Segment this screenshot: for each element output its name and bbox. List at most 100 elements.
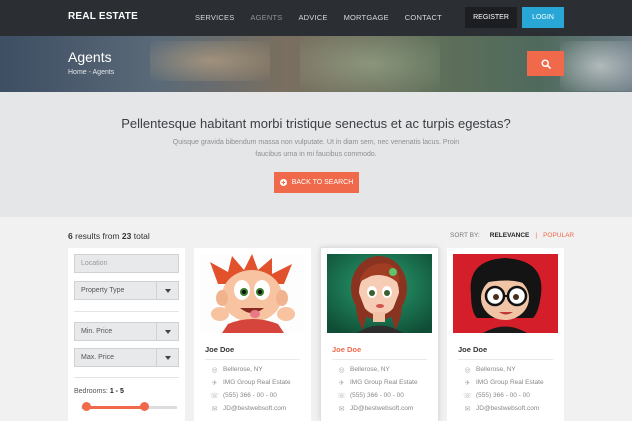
register-button[interactable]: REGISTER (465, 7, 517, 28)
top-navbar: REAL ESTATE SERVICES AGENTS ADVICE MORTG… (0, 0, 632, 36)
banner-description: Quisque gravida bibendum massa non vulpu… (172, 139, 460, 158)
agent-email-text[interactable]: JD@bestwebsoft.com (476, 405, 539, 412)
nav-services[interactable]: SERVICES (195, 13, 234, 22)
agent-location: ◎ Bellerose, NY (338, 366, 390, 374)
filter-divider (74, 311, 179, 312)
page-title: Agents (68, 49, 112, 65)
agent-phone: ☏ (555) 366 - 00 - 00 (210, 392, 277, 400)
chevron-down-icon (156, 282, 178, 299)
hero-background-light (560, 41, 632, 91)
slider-handle-min[interactable] (82, 402, 91, 411)
agent-email[interactable]: ✉ JD@bestwebsoft.com (464, 405, 540, 413)
agent-company: ✈ IMG Group Real Estate (464, 379, 544, 387)
agent-name[interactable]: Joe Doe (205, 345, 234, 354)
results-summary: 6 results from 23 total (68, 231, 150, 241)
card-divider (458, 359, 553, 360)
back-to-search-label: BACK TO SEARCH (291, 179, 354, 186)
agent-phone-text: (555) 366 - 00 - 00 (476, 392, 530, 399)
pin-icon: ✈ (464, 379, 471, 387)
agent-phone-text: (555) 366 - 00 - 00 (350, 392, 404, 399)
login-button[interactable]: LOGIN (522, 7, 564, 28)
bedrooms-max: 5 (119, 388, 124, 395)
search-icon (540, 58, 551, 69)
slider-handle-max[interactable] (140, 402, 149, 411)
slider-range (87, 406, 145, 409)
sort-relevance[interactable]: RELEVANCE (490, 232, 530, 239)
results-total-label: total (133, 231, 150, 241)
agent-photo[interactable] (327, 254, 432, 333)
pin-icon: ✈ (211, 379, 218, 387)
filter-divider (74, 377, 179, 378)
brand-logo[interactable]: REAL ESTATE (68, 11, 138, 22)
card-divider (205, 359, 300, 360)
agent-card[interactable]: Joe Doe ◎ Bellerose, NY ✈ IMG Group Real… (447, 248, 564, 421)
mail-icon: ✉ (211, 405, 218, 413)
bedrooms-label: Bedrooms: 1 - 5 (74, 388, 124, 395)
phone-icon: ☏ (463, 392, 472, 400)
agent-name[interactable]: Joe Doe (458, 345, 487, 354)
pin-icon: ✈ (338, 379, 345, 387)
agent-company: ✈ IMG Group Real Estate (338, 379, 418, 387)
agent-phone: ☏ (555) 366 - 00 - 00 (337, 392, 404, 400)
agent-company-text: IMG Group Real Estate (476, 379, 544, 386)
location-icon: ◎ (464, 366, 471, 374)
nav-agents[interactable]: AGENTS (250, 13, 282, 22)
location-icon: ◎ (211, 366, 218, 374)
plus-circle-icon (279, 179, 287, 186)
nav-mortgage[interactable]: MORTGAGE (344, 13, 389, 22)
max-price-value: Max. Price (81, 354, 115, 361)
page-hero: Agents Home - Agents (0, 36, 632, 92)
location-icon: ◎ (338, 366, 345, 374)
agent-card-featured[interactable]: Joe Doe ◎ Bellerose, NY ✈ IMG Group Real… (321, 248, 438, 421)
bedrooms-dash: - (115, 388, 119, 395)
chevron-down-icon (156, 323, 178, 340)
agent-company-text: IMG Group Real Estate (350, 379, 418, 386)
property-type-select[interactable]: Property Type (74, 281, 179, 300)
filter-sidebar: Location Property Type Min. Price Max. P… (68, 248, 185, 421)
sort-label: SORT BY: (450, 232, 480, 239)
agent-name[interactable]: Joe Doe (332, 345, 361, 354)
nav-advice[interactable]: ADVICE (298, 13, 327, 22)
sort-bar: SORT BY: RELEVANCE | POPULAR (450, 232, 574, 239)
bedrooms-slider[interactable] (81, 406, 177, 409)
agent-location: ◎ Bellerose, NY (211, 366, 262, 374)
bedrooms-title: Bedrooms: (74, 388, 108, 395)
agent-card[interactable]: Joe Doe ◎ Bellerose, NY ✈ IMG Group Real… (194, 248, 311, 421)
mail-icon: ✉ (338, 405, 345, 413)
agent-photo[interactable] (453, 254, 558, 333)
max-price-select[interactable]: Max. Price (74, 348, 179, 367)
phone-icon: ☏ (337, 392, 346, 400)
mail-icon: ✉ (464, 405, 471, 413)
min-price-select[interactable]: Min. Price (74, 322, 179, 341)
sort-popular[interactable]: POPULAR (543, 232, 574, 239)
results-count: 6 (68, 231, 73, 241)
agent-location-text: Bellerose, NY (350, 366, 390, 373)
location-input[interactable]: Location (74, 254, 179, 273)
bedrooms-min: 1 (109, 388, 114, 395)
agent-photo[interactable] (200, 254, 305, 333)
hero-background (150, 41, 270, 81)
min-price-value: Min. Price (81, 328, 113, 335)
phone-icon: ☏ (210, 392, 219, 400)
agent-email[interactable]: ✉ JD@bestwebsoft.com (211, 405, 287, 413)
agent-email-text[interactable]: JD@bestwebsoft.com (223, 405, 286, 412)
agent-phone-text: (555) 366 - 00 - 00 (223, 392, 277, 399)
card-divider (332, 359, 427, 360)
agent-email[interactable]: ✉ JD@bestwebsoft.com (338, 405, 414, 413)
breadcrumb: Home - Agents (68, 69, 115, 76)
sort-divider: | (535, 232, 538, 239)
results-total: 23 (121, 231, 132, 241)
hero-background-glow (300, 36, 440, 92)
search-button[interactable] (527, 51, 564, 76)
agent-company: ✈ IMG Group Real Estate (211, 379, 291, 387)
agent-location-text: Bellerose, NY (476, 366, 516, 373)
agent-location: ◎ Bellerose, NY (464, 366, 516, 374)
back-to-search-button[interactable]: BACK TO SEARCH (274, 172, 359, 193)
intro-banner: Pellentesque habitant morbi tristique se… (0, 92, 632, 217)
banner-heading: Pellentesque habitant morbi tristique se… (121, 116, 511, 131)
agent-company-text: IMG Group Real Estate (223, 379, 291, 386)
results-from-label: results from (75, 231, 120, 241)
agent-email-text[interactable]: JD@bestwebsoft.com (350, 405, 413, 412)
chevron-down-icon (156, 349, 178, 366)
nav-contact[interactable]: CONTACT (405, 13, 442, 22)
